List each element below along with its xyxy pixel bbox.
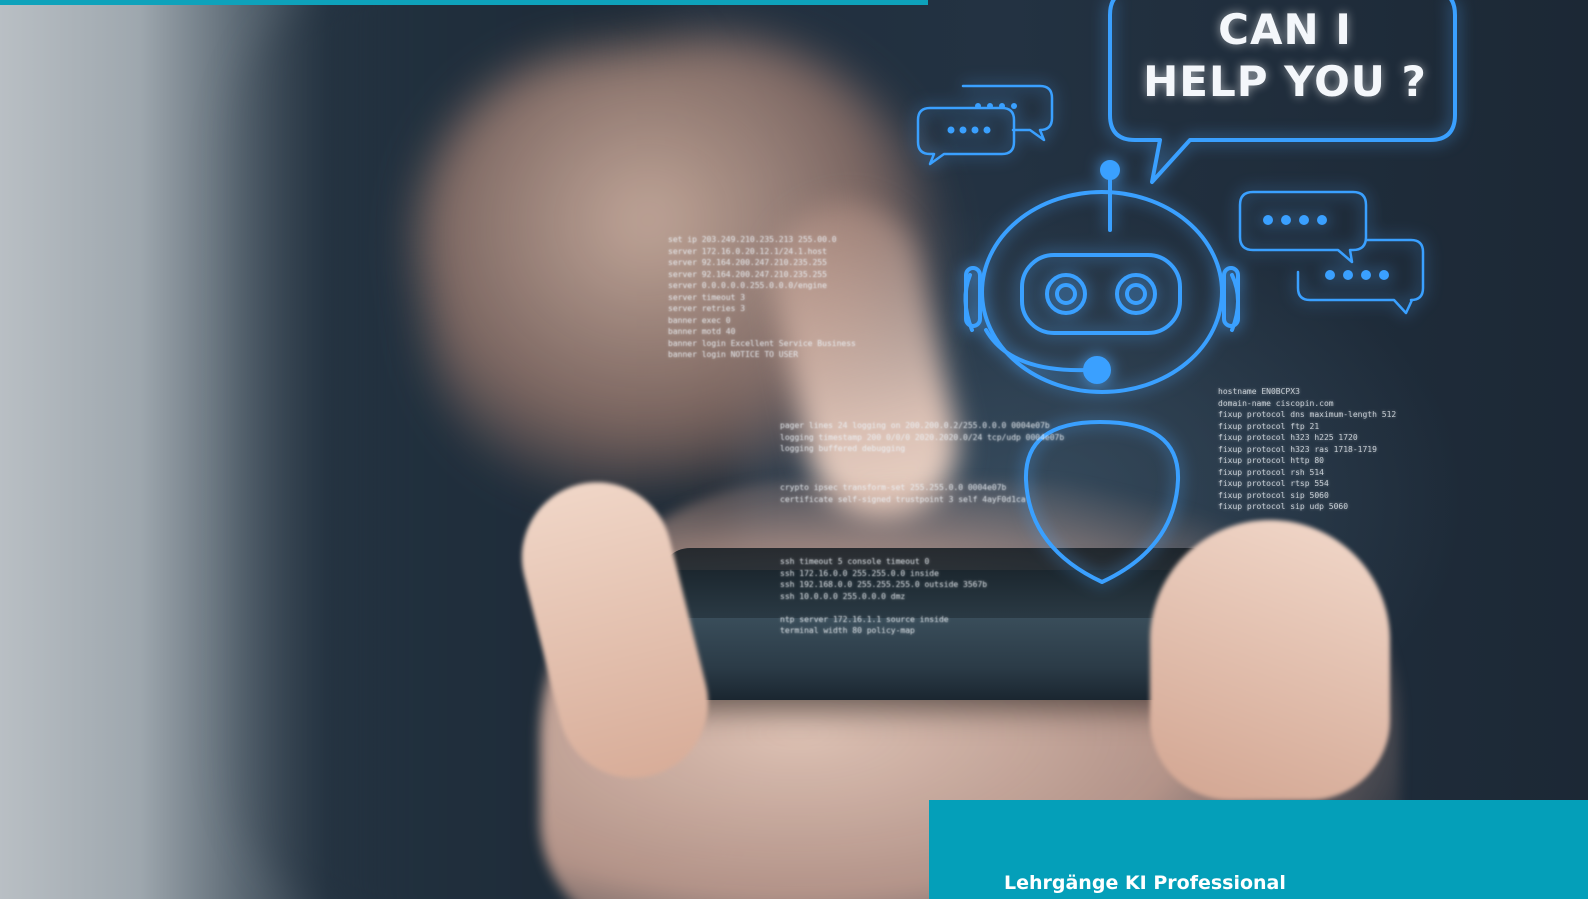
robot-chatbot-icon xyxy=(963,160,1240,584)
speech-bubble-icon xyxy=(916,84,1054,166)
top-accent-bar xyxy=(0,0,928,5)
code-text-block: ssh timeout 5 console timeout 0 ssh 172.… xyxy=(780,557,988,635)
code-text-block: set ip 203.249.210.235.213 255.00.0 serv… xyxy=(668,235,856,359)
course-label: Lehrgänge KI Professional xyxy=(1004,872,1286,894)
bubble-line-1: CAN I xyxy=(1218,5,1352,54)
help-speech-text: CAN I HELP YOU ? xyxy=(1110,4,1460,108)
speech-bubble-icon xyxy=(1238,190,1425,315)
course-label-panel[interactable]: Lehrgänge KI Professional xyxy=(929,800,1588,899)
typing-dots-icon xyxy=(1263,215,1389,280)
code-text-block: crypto ipsec transform-set 255.255.0.0 0… xyxy=(780,483,1026,504)
bubble-line-2: HELP YOU ? xyxy=(1143,57,1427,106)
code-text-block: pager lines 24 logging on 200.200.0.2/25… xyxy=(780,421,1065,453)
code-text-block: hostname EN0BCPX3 domain-name ciscopin.c… xyxy=(1218,387,1397,511)
hero-banner: set ip 203.249.210.235.213 255.00.0 serv… xyxy=(0,0,1588,899)
